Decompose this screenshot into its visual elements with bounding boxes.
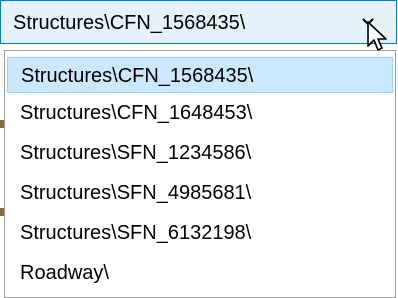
list-item-label: Structures\SFN_6132198\ — [20, 222, 252, 244]
path-combobox[interactable]: Structures\CFN_1568435\ — [0, 0, 397, 44]
dropdown-stage: Structures\CFN_1568435\ Structures\CFN_1… — [0, 0, 398, 298]
list-item[interactable]: Structures\SFN_6132198\ — [7, 215, 393, 251]
mouse-cursor-icon — [366, 20, 390, 54]
combobox-value: Structures\CFN_1568435\ — [13, 12, 246, 34]
list-item-label: Structures\CFN_1568435\ — [21, 65, 254, 87]
list-item[interactable]: Structures\CFN_1568435\ — [7, 57, 393, 93]
list-item[interactable]: Structures\CFN_1648453\ — [7, 95, 393, 131]
dropdown-list: Structures\CFN_1568435\ Structures\CFN_1… — [4, 50, 396, 298]
list-item-label: Structures\SFN_4985681\ — [20, 182, 252, 204]
list-item-label: Roadway\ — [20, 262, 109, 284]
list-item-label: Structures\CFN_1648453\ — [20, 102, 253, 124]
list-item[interactable]: Roadway\ — [7, 255, 393, 291]
list-item[interactable]: Structures\SFN_1234586\ — [7, 135, 393, 171]
list-item-label: Structures\SFN_1234586\ — [20, 142, 252, 164]
list-item[interactable]: Structures\SFN_4985681\ — [7, 175, 393, 211]
